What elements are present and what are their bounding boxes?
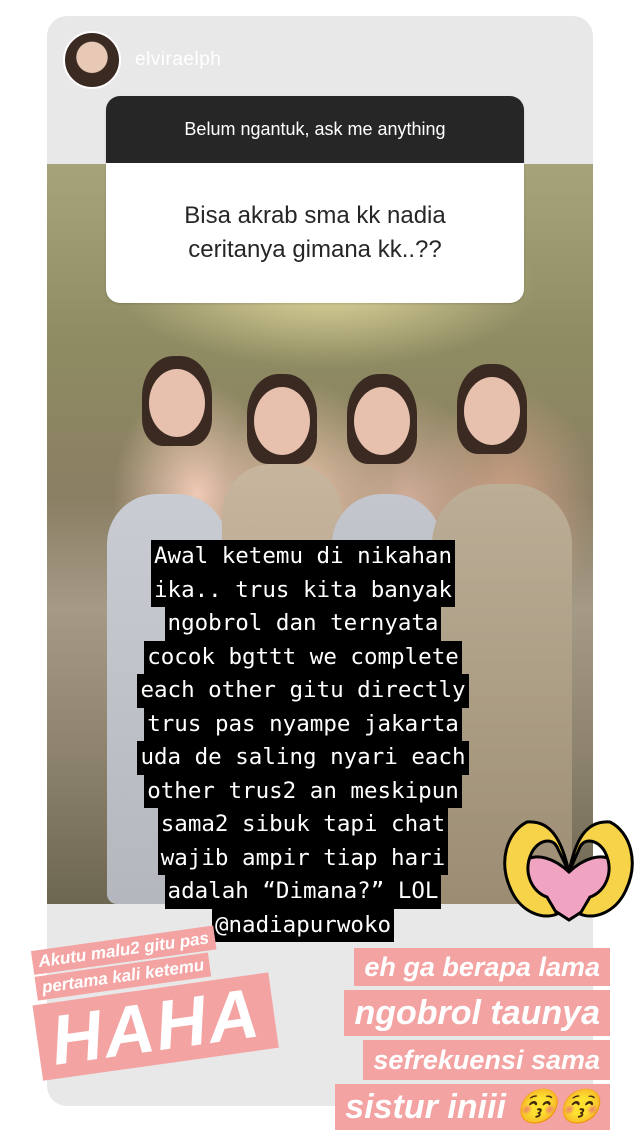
answer-line: sama2 sibuk tapi chat: [157, 808, 449, 842]
photo-figure-face: [354, 387, 410, 455]
answer-text: Awal ketemu di nikahan ika.. trus kita b…: [83, 540, 523, 942]
right-sticker-group: eh ga berapa lama ngobrol taunya sefreku…: [335, 948, 610, 1134]
answer-line: trus pas nyampe jakarta: [144, 707, 462, 741]
answer-line: cocok bgttt we complete: [144, 640, 462, 674]
avatar[interactable]: [63, 31, 121, 89]
sticker-text: sefrekuensi sama: [363, 1040, 610, 1080]
sticker-text: ngobrol taunya: [344, 990, 610, 1036]
story-header: elviraelph: [63, 31, 221, 89]
photo-figure-face: [149, 369, 205, 437]
answer-line: wajib ampir tiap hari: [157, 841, 449, 875]
answer-line: adalah “Dimana?” LOL: [164, 875, 442, 909]
question-text: Bisa akrab sma kk nadia ceritanya gimana…: [106, 163, 524, 303]
sticker-text: sistur iniii 😚😚: [335, 1084, 610, 1130]
question-line: ceritanya gimana kk..??: [188, 236, 442, 263]
answer-line: other trus2 an meskipun: [144, 774, 462, 808]
sticker-text: eh ga berapa lama: [354, 948, 610, 986]
question-prompt: Belum ngantuk, ask me anything: [106, 96, 524, 163]
question-line: Bisa akrab sma kk nadia: [184, 202, 446, 229]
photo-figure-face: [254, 387, 310, 455]
question-sticker: Belum ngantuk, ask me anything Bisa akra…: [106, 96, 524, 303]
heart-hands-icon: [503, 820, 634, 922]
username[interactable]: elviraelph: [135, 49, 221, 71]
answer-line: uda de saling nyari each: [137, 741, 469, 775]
answer-line: each other gitu directly: [137, 674, 469, 708]
answer-line: ngobrol dan ternyata: [164, 607, 442, 641]
answer-line: ika.. trus kita banyak: [150, 573, 455, 607]
photo-figure-face: [464, 377, 520, 445]
answer-line: Awal ketemu di nikahan: [150, 540, 455, 574]
